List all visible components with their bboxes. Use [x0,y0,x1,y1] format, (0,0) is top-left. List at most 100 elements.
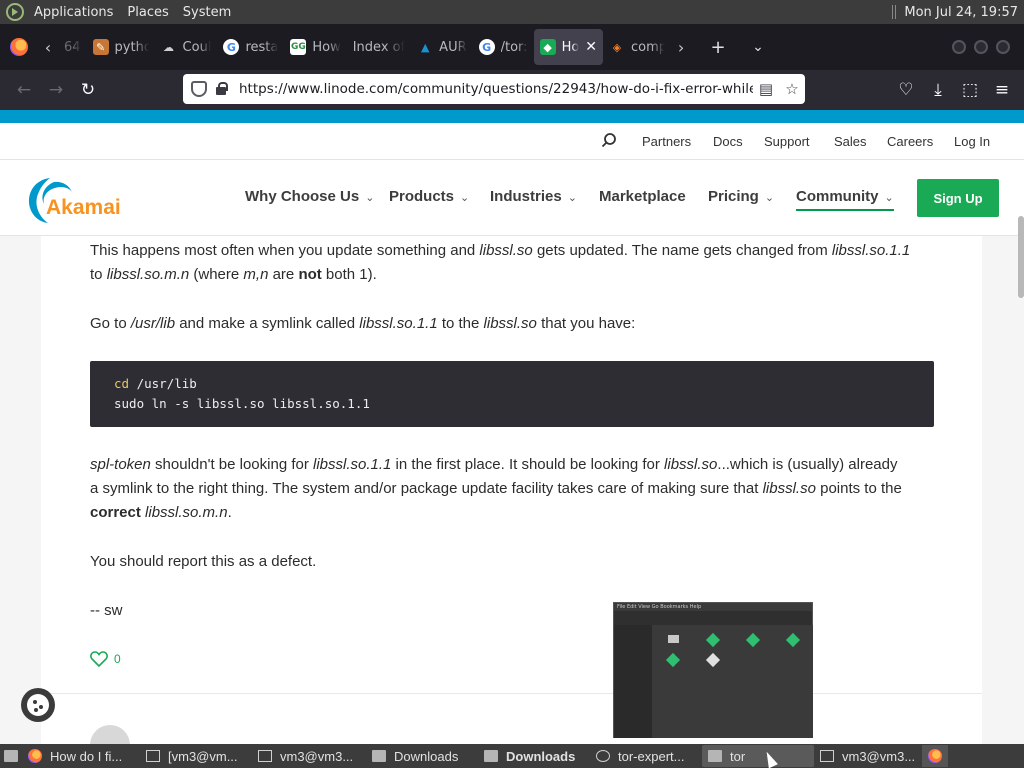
window-thumbnail-preview[interactable]: File Edit View Go Bookmarks Help [613,602,813,738]
tab-2[interactable]: ☁ Coul [155,29,218,65]
show-desktop-button[interactable] [0,745,22,767]
minimize-window-icon[interactable] [952,40,966,54]
like-button[interactable]: 0 [90,651,121,667]
util-link-partners[interactable]: Partners [642,134,691,149]
nav-why-choose-us[interactable]: Why Choose Us ⌄ [245,188,374,205]
search-icon[interactable] [601,132,617,148]
google-icon: G [223,39,240,55]
thumbnail-toolbar [614,611,812,625]
firefox-icon [928,749,942,763]
tab-1[interactable]: ✎ pytho [87,29,155,65]
taskbar-label: vm3@vm3... [280,748,354,764]
tab-7[interactable]: G/tor: [473,29,534,65]
extensions-icon[interactable]: ⬚ [954,74,986,106]
taskbar-item-firefox[interactable]: How do I fi... [22,745,140,767]
util-link-support[interactable]: Support [764,134,810,149]
os-taskbar: How do I fi... [vm3@vm... vm3@vm3... Dow… [0,744,1024,768]
main-nav: Akamai Why Choose Us ⌄ Products ⌄ Industri… [0,160,1024,236]
page-scrollbar[interactable] [1018,216,1024,298]
text: are [268,266,299,283]
util-link-sales[interactable]: Sales [834,134,867,149]
nav-label: Industries [490,188,562,205]
util-link-careers[interactable]: Careers [887,134,933,149]
os-menu-logo-icon[interactable] [6,3,24,21]
nav-pricing[interactable]: Pricing ⌄ [708,188,774,205]
code-block[interactable]: cd /usr/lib sudo ln -s libssl.so libssl.… [90,361,934,427]
new-tab-icon[interactable]: + [705,34,731,60]
text: . [227,504,232,521]
reader-view-icon[interactable]: ▤ [753,80,779,98]
taskbar-item-terminal-3[interactable]: vm3@vm3... [814,745,922,767]
nav-label: Why Choose Us [245,188,360,205]
os-menu-system[interactable]: System [183,5,231,20]
tray-firefox[interactable] [922,745,948,767]
file-icon [785,632,801,648]
text: Go to [90,315,131,332]
os-menu-applications[interactable]: Applications [34,5,113,20]
akamai-logo[interactable]: Akamai [24,174,144,224]
tab-6[interactable]: ▲ AUR [411,29,472,65]
menu-icon[interactable]: ≡ [986,74,1018,106]
cookie-chip [34,708,38,712]
pocket-icon[interactable]: ♡ [890,74,922,106]
back-icon[interactable]: ← [8,74,40,106]
taskbar-item-downloads-1[interactable]: Downloads [366,745,478,767]
tab-scroll-right-icon[interactable]: › [671,38,691,57]
os-clock[interactable]: Mon Jul 24, 19:57 [904,5,1018,20]
tab-label: Ho [561,39,580,55]
tab-label: AUR [439,39,467,55]
taskbar-item-tor[interactable]: tor [702,745,814,767]
tab-4[interactable]: GG How [284,29,346,65]
text: ...which is (usually) already [717,456,898,473]
tab-9[interactable]: ◈ comp [603,29,671,65]
maximize-window-icon[interactable] [974,40,988,54]
terminal-icon [258,750,272,762]
browser-tab-bar: ‹ 64 ✎ pytho ☁ Coul Gresta GG How Index of … [0,24,1024,70]
text-em: libssl.so.1.1 [831,242,911,259]
bookmark-star-icon[interactable]: ☆ [779,80,805,98]
reload-icon[interactable]: ↻ [72,74,104,106]
os-menu-places[interactable]: Places [127,5,168,20]
close-tab-icon[interactable]: ✕ [585,39,597,55]
taskbar-item-terminal-2[interactable]: vm3@vm3... [252,745,366,767]
sign-up-button[interactable]: Sign Up [917,179,999,217]
thumbnail-menubar: File Edit View Go Bookmarks Help [614,603,812,611]
tab-scroll-left-icon[interactable]: ‹ [38,38,58,57]
list-all-tabs-icon[interactable]: ⌄ [745,34,771,60]
taskbar-label: vm3@vm3... [842,748,916,764]
tab-3[interactable]: Gresta [217,29,284,65]
nav-community[interactable]: Community ⌄ [796,188,894,211]
downloads-icon[interactable]: ⤓ [922,74,954,106]
cookie-chip [39,705,43,709]
tab-5[interactable]: Index of [347,29,411,65]
answer-paragraph-2: Go to /usr/lib and make a symlink called… [90,312,940,336]
tracking-shield-icon[interactable] [191,81,207,97]
util-link-docs[interactable]: Docs [713,134,743,149]
taskbar-item-downloads-2[interactable]: Downloads [478,745,590,767]
folder-icon [372,750,386,762]
docker-icon: ☁ [163,40,175,54]
chevron-down-icon: ⌄ [365,192,375,204]
close-window-icon[interactable] [996,40,1010,54]
taskbar-item-archive[interactable]: tor-expert... [590,745,702,767]
browser-nav-bar: ← → ↻ https://www.linode.com/community/q… [0,70,1024,110]
forward-icon[interactable]: → [40,74,72,106]
lock-icon[interactable] [215,82,228,96]
tab-active[interactable]: ◆ Ho ✕ [533,29,604,65]
taskbar-item-terminal-1[interactable]: [vm3@vm... [140,745,252,767]
nav-marketplace[interactable]: Marketplace [599,188,686,205]
file-icon [665,652,681,668]
utility-bar: Partners Docs Support Sales Careers Log … [0,123,1024,160]
cookie-settings-button[interactable] [21,688,55,722]
answer-divider [41,693,982,694]
taskbar-label: tor-expert... [618,748,685,764]
terminal-icon [820,750,834,762]
url-text[interactable]: https://www.linode.com/community/questio… [239,81,753,97]
nav-industries[interactable]: Industries ⌄ [490,188,577,205]
terminal-icon [146,750,160,762]
text-em: libssl.so [762,480,816,497]
util-link-login[interactable]: Log In [954,134,990,149]
nav-products[interactable]: Products ⌄ [389,188,469,205]
url-bar[interactable]: https://www.linode.com/community/questio… [183,74,805,104]
tab-0[interactable]: 64 [58,29,87,65]
